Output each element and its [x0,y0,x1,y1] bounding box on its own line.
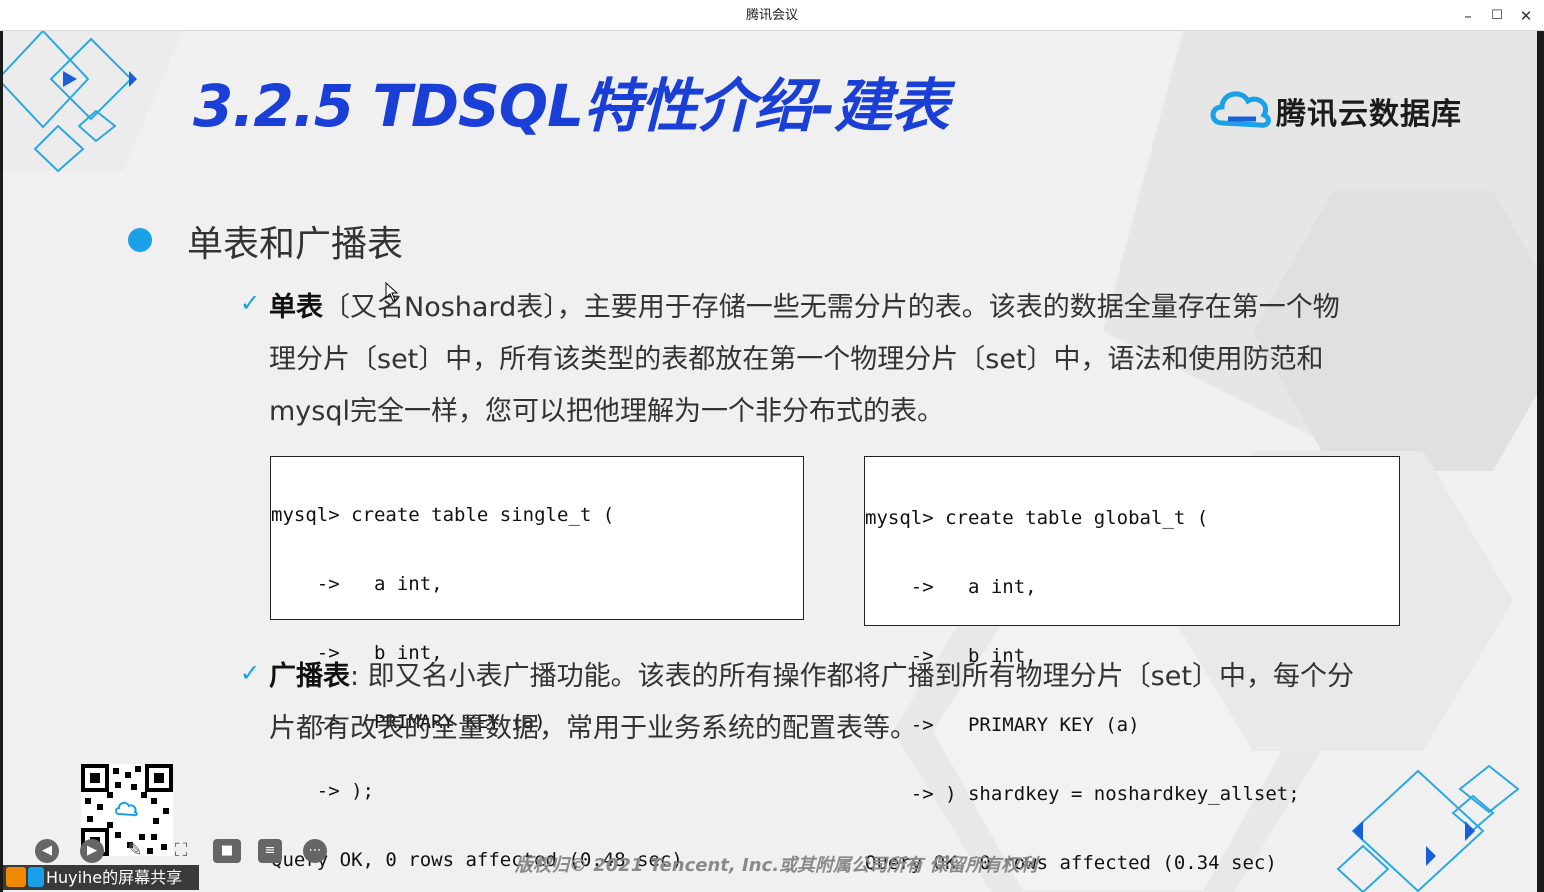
code-line: -> a int, [271,573,443,595]
code-line: mysql> create table single_t ( [271,504,615,526]
checkmark-icon: ✓ [240,659,261,687]
code-line: mysql> create table global_t ( [865,507,1209,529]
maximize-button[interactable]: ☐ [1487,6,1507,26]
copyright-footer: 版权归© 2021 Tencent, Inc.或其附属公司所有 保留所有权利 [515,855,1038,876]
camera-icon[interactable]: ■ [213,839,241,863]
code-line: -> a int, [865,576,1037,598]
shared-slide: 3.2.5 TDSQL特性介绍-建表 腾讯云数据库 单表和广播表 ✓ 单表〔又名… [3,31,1537,892]
broadcast-table-text-1: : 即又名小表广播功能。该表的所有操作都将广播到所有物理分片〔set〕中，每个分 [350,661,1354,692]
user-icon [6,867,26,887]
slide-title: 3.2.5 TDSQL特性介绍-建表 [193,72,949,140]
mic-icon [28,867,44,887]
broadcast-table-line-2: 片都有改表的全量数据，常用于业务系统的配置表等。 [269,713,917,744]
minimize-button[interactable]: – [1458,6,1478,26]
broadcast-table-line-1: 广播表: 即又名小表广播功能。该表的所有操作都将广播到所有物理分片〔set〕中，… [269,651,1354,703]
window-title: 腾讯会议 [745,8,798,23]
screen-share-label: Huyihe的屏幕共享 [46,868,183,887]
section-heading: 单表和广播表 [187,224,404,265]
screen-share-tag: Huyihe的屏幕共享 [3,865,199,890]
chat-icon[interactable]: ≡ [258,839,282,863]
single-table-term: 单表 [269,292,323,323]
code-line: -> ); [271,780,374,802]
checkmark-icon: ✓ [240,289,261,317]
close-button[interactable]: ✕ [1516,6,1536,26]
brand-logo: 腾讯云数据库 [1208,83,1478,133]
window-titlebar: 腾讯会议 – ☐ ✕ [0,0,1544,31]
single-table-code-box: mysql> create table single_t ( -> a int,… [270,456,804,871]
single-table-line-3: mysql完全一样，您可以把他理解为一个非分布式的表。 [269,396,944,427]
screenshot-icon[interactable]: ⛶ [169,839,193,863]
more-icon[interactable]: ⋯ [303,839,327,863]
single-table-line-2: 理分片〔set〕中，所有该类型的表都放在第一个物理分片〔set〕中，语法和使用防… [269,344,1324,375]
back-icon[interactable]: ◀ [35,839,59,863]
single-table-text-1: 〔又名Noshard表〕，主要用于存储一些无需分片的表。该表的数据全量存在第一个… [323,292,1340,323]
forward-icon[interactable]: ▶ [80,839,104,863]
brand-name: 腾讯云数据库 [1276,97,1462,132]
global-table-code-box: mysql> create table global_t ( -> a int,… [864,456,1400,874]
single-table-line-1: 单表〔又名Noshard表〕，主要用于存储一些无需分片的表。该表的数据全量存在第… [269,282,1340,334]
mouse-cursor-icon [385,282,399,302]
bullet-dot [128,228,152,252]
pen-icon[interactable]: ✎ [123,839,147,863]
code-line: -> ) shardkey = noshardkey_allset; [865,783,1300,805]
broadcast-table-term: 广播表 [269,661,350,692]
code-line: -> PRIMARY KEY (a) [865,714,1140,736]
cloud-logo-icon [1210,91,1271,128]
